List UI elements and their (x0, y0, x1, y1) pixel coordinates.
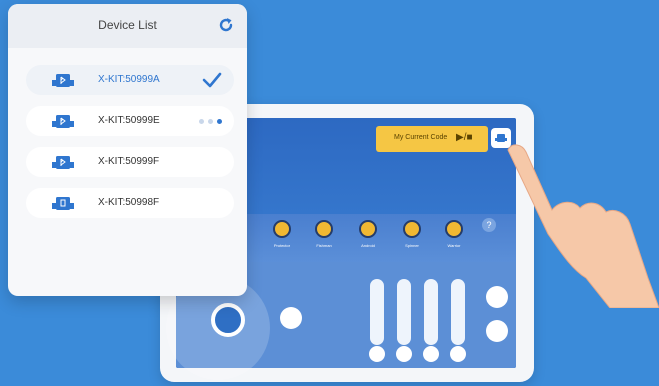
device-item[interactable]: X-KIT:50999F (26, 147, 234, 177)
tool-spinner[interactable]: Spinner (392, 220, 432, 248)
joystick-knob[interactable] (211, 303, 245, 337)
tool-label: Fishman (316, 243, 332, 248)
servo-reset-button[interactable] (450, 346, 466, 362)
device-item[interactable]: X-KIT:50998F (26, 188, 234, 218)
tool-label: Android (361, 243, 375, 248)
servo-slider[interactable] (451, 279, 465, 345)
help-button[interactable]: ? (482, 218, 496, 232)
device-name: X-KIT:50998F (98, 197, 160, 208)
servo-slider[interactable] (397, 279, 411, 345)
bluetooth-device-icon (52, 156, 74, 169)
device-item[interactable]: X-KIT:50999A (26, 65, 234, 95)
device-name: X-KIT:50999A (98, 74, 160, 85)
tool-label: Protector (273, 243, 291, 248)
servo-slider[interactable] (424, 279, 438, 345)
warrior-icon (445, 220, 463, 238)
tool-warrior[interactable]: Warrior (434, 220, 474, 248)
play-stop-control[interactable]: ▶/■ (456, 132, 473, 143)
connecting-dots-icon (199, 119, 222, 124)
android-icon (359, 220, 377, 238)
pointing-hand-illustration (507, 144, 659, 308)
device-list-panel: Device List X-KIT:50999A X-KIT:50999E X-… (8, 4, 247, 296)
device-name: X-KIT:50999F (98, 156, 160, 167)
refresh-icon[interactable] (217, 16, 235, 34)
tool-protector[interactable]: Protector (262, 220, 302, 248)
usb-device-icon (52, 197, 74, 210)
up-down-button[interactable] (280, 307, 302, 329)
code-block-label: My Current Code (394, 134, 448, 141)
tool-label: Spinner (405, 243, 419, 248)
light-button[interactable] (486, 320, 508, 342)
servo-slider[interactable] (370, 279, 384, 345)
bluetooth-device-icon (52, 115, 74, 128)
servo-reset-button[interactable] (369, 346, 385, 362)
spinner-icon (403, 220, 421, 238)
device-name: X-KIT:50999E (98, 115, 160, 126)
checkmark-icon (202, 72, 222, 88)
bluetooth-device-icon (52, 74, 74, 87)
tool-android[interactable]: Android (348, 220, 388, 248)
tool-label: Warrior (447, 243, 461, 248)
panel-header: Device List (8, 4, 247, 48)
device-item[interactable]: X-KIT:50999E (26, 106, 234, 136)
servo-reset-button[interactable] (396, 346, 412, 362)
protector-icon (273, 220, 291, 238)
servo-reset-button[interactable] (423, 346, 439, 362)
tool-fishman[interactable]: Fishman (304, 220, 344, 248)
my-current-code-block[interactable]: My Current Code ▶/■ (376, 126, 488, 152)
fishman-icon (315, 220, 333, 238)
panel-title: Device List (98, 18, 157, 32)
